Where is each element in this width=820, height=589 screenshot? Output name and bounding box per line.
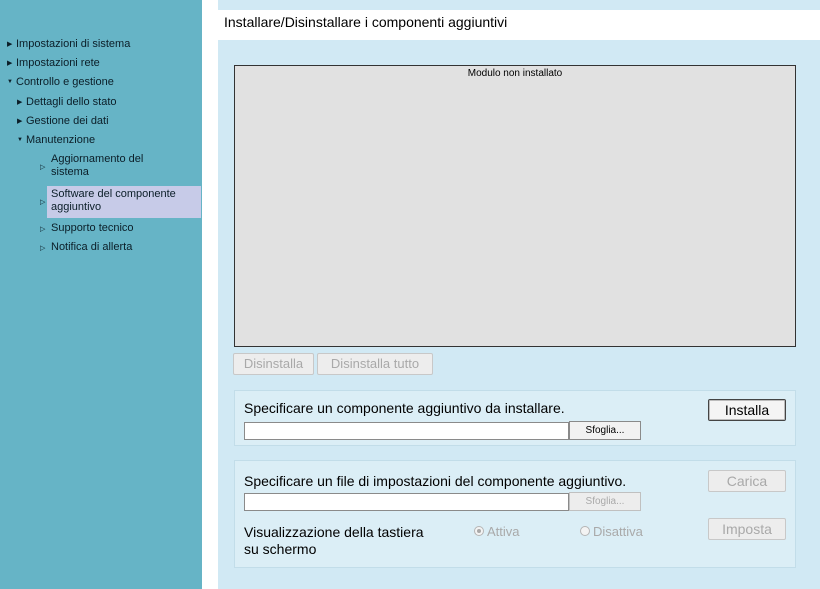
sidebar: ▶ Impostazioni di sistema ▶ Impostazioni r… bbox=[0, 0, 202, 589]
title-bar: Installare/Disinstallare i componenti ag… bbox=[218, 10, 820, 40]
sidebar-item-label: Gestione dei dati bbox=[26, 115, 109, 127]
sidebar-item-label: Controllo e gestione bbox=[16, 76, 114, 88]
triangle-outline-icon: ▷ bbox=[40, 199, 46, 206]
install-button[interactable]: Installa bbox=[708, 399, 786, 421]
sidebar-item-control-management[interactable]: ▼ Controllo e gestione bbox=[7, 76, 114, 89]
sidebar-item-label-2: aggiuntivo bbox=[51, 201, 102, 213]
settings-panel: Specificare un file di impostazioni del … bbox=[234, 460, 796, 568]
sidebar-item-label: Supporto tecnico bbox=[51, 222, 134, 234]
module-list[interactable]: Modulo non installato bbox=[234, 65, 796, 347]
radio-unselected-icon bbox=[580, 526, 590, 536]
install-instruction: Specificare un componente aggiuntivo da … bbox=[244, 400, 565, 416]
module-status-text: Modulo non installato bbox=[467, 68, 563, 79]
triangle-right-icon: ▶ bbox=[17, 118, 23, 125]
settings-instruction: Specificare un file di impostazioni del … bbox=[244, 473, 627, 489]
load-button[interactable]: Carica bbox=[708, 470, 786, 492]
sidebar-item-data-management[interactable]: ▶ Gestione dei dati bbox=[17, 115, 109, 128]
set-button[interactable]: Imposta bbox=[708, 518, 786, 540]
sidebar-item-maintenance[interactable]: ▼ Manutenzione bbox=[17, 134, 95, 147]
uninstall-button[interactable]: Disinstalla bbox=[233, 353, 314, 375]
radio-selected-icon bbox=[474, 526, 484, 536]
triangle-down-icon: ▼ bbox=[7, 79, 13, 85]
sidebar-item-status-details[interactable]: ▶ Dettagli dello stato bbox=[17, 96, 117, 109]
radio-label: Disattiva bbox=[593, 524, 643, 539]
triangle-outline-icon: ▷ bbox=[40, 226, 46, 233]
sidebar-item-system-settings[interactable]: ▶ Impostazioni di sistema bbox=[7, 38, 130, 51]
settings-file-input[interactable] bbox=[244, 493, 569, 511]
keyboard-on-radio[interactable]: Attiva bbox=[474, 524, 520, 539]
sidebar-item-tech-support[interactable]: ▷ Supporto tecnico bbox=[40, 222, 134, 236]
sidebar-item-label: Notifica di allerta bbox=[51, 241, 133, 253]
sidebar-item-label: Impostazioni rete bbox=[16, 57, 100, 69]
sidebar-item-label: Manutenzione bbox=[26, 134, 96, 146]
triangle-outline-icon: ▷ bbox=[40, 245, 46, 252]
sidebar-item-label: Dettagli dello stato bbox=[26, 96, 117, 108]
keyboard-label-2: su schermo bbox=[244, 541, 317, 557]
sidebar-item-network-settings[interactable]: ▶ Impostazioni rete bbox=[7, 57, 100, 70]
triangle-right-icon: ▶ bbox=[17, 99, 23, 106]
sidebar-item-label: Software del componente bbox=[51, 188, 176, 200]
triangle-right-icon: ▶ bbox=[7, 60, 13, 67]
triangle-outline-icon: ▷ bbox=[40, 164, 46, 171]
main-content: Installare/Disinstallare i componenti ag… bbox=[218, 0, 820, 589]
sidebar-item-label: Impostazioni di sistema bbox=[16, 38, 131, 50]
browse-button[interactable]: Sfoglia... bbox=[569, 421, 641, 440]
triangle-down-icon: ▼ bbox=[17, 137, 23, 143]
sidebar-item-label-2: sistema bbox=[51, 166, 89, 178]
uninstall-all-button[interactable]: Disinstalla tutto bbox=[317, 353, 433, 375]
install-panel: Specificare un componente aggiuntivo da … bbox=[234, 390, 796, 446]
addon-file-input[interactable] bbox=[244, 422, 569, 440]
keyboard-off-radio[interactable]: Disattiva bbox=[580, 524, 643, 539]
keyboard-label: Visualizzazione della tastiera bbox=[244, 524, 424, 540]
triangle-right-icon: ▶ bbox=[7, 41, 13, 48]
sidebar-item-alert-notification[interactable]: ▷ Notifica di allerta bbox=[40, 241, 132, 255]
settings-browse-button[interactable]: Sfoglia... bbox=[569, 492, 641, 511]
page-title: Installare/Disinstallare i componenti ag… bbox=[224, 14, 508, 30]
sidebar-item-label: Aggiornamento del bbox=[51, 153, 144, 165]
radio-label: Attiva bbox=[487, 524, 520, 539]
